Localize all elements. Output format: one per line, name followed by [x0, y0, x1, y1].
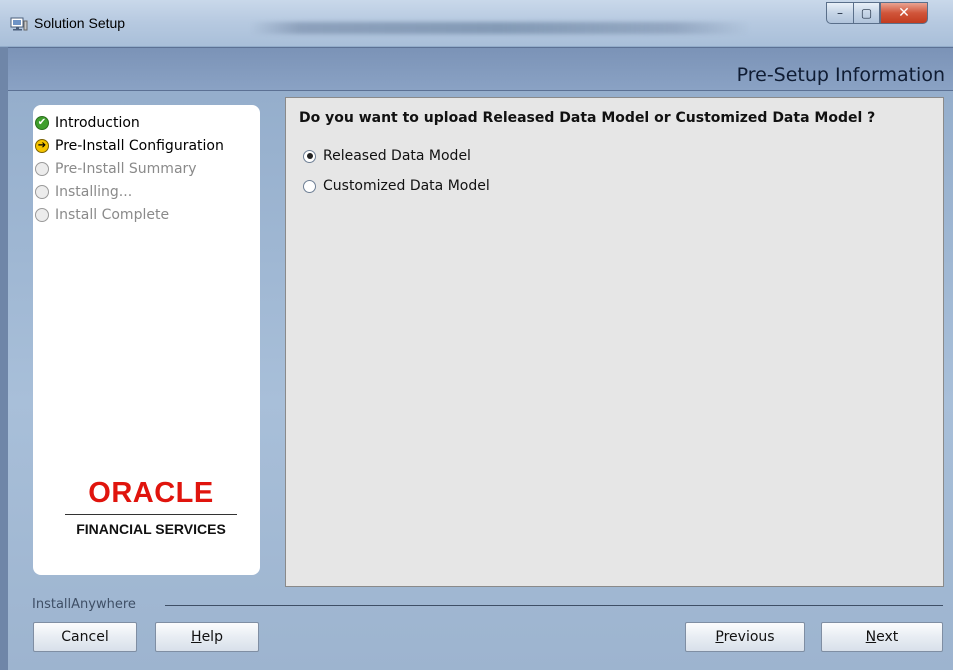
app-icon	[10, 17, 28, 31]
step-introduction: ✔ Introduction	[35, 111, 224, 134]
steps-list: ✔ Introduction ➔ Pre-Install Configurati…	[35, 111, 224, 226]
oracle-logo: ORACLE FINANCIAL SERVICES	[61, 478, 241, 537]
step-label: Introduction	[55, 114, 140, 131]
steps-panel: ✔ Introduction ➔ Pre-Install Configurati…	[33, 105, 260, 575]
next-label: Next	[866, 629, 899, 645]
close-icon: ✕	[898, 5, 910, 21]
installer-window: Solution Setup – ▢ ✕ Pre-Setup Informati…	[0, 0, 953, 670]
close-button[interactable]: ✕	[880, 2, 928, 24]
left-edge	[0, 47, 8, 670]
help-label: Help	[191, 629, 223, 645]
logo-divider	[65, 514, 237, 515]
maximize-icon: ▢	[860, 6, 873, 20]
pending-circle-icon	[35, 207, 49, 222]
oracle-brand: ORACLE	[88, 477, 214, 509]
header-band: Pre-Setup Information	[8, 47, 953, 91]
footer-divider	[165, 605, 943, 606]
step-label: Pre-Install Summary	[55, 160, 197, 177]
next-mnemonic: N	[865, 629, 877, 645]
obscured-title-text	[250, 22, 750, 34]
radio-released-data-model[interactable]: Released Data Model	[303, 148, 471, 164]
step-install-complete: Install Complete	[35, 203, 224, 226]
pending-circle-icon	[35, 184, 49, 199]
minimize-icon: –	[837, 6, 843, 20]
previous-label-rest: revious	[723, 629, 775, 645]
minimize-button[interactable]: –	[826, 2, 853, 24]
step-label: Pre-Install Configuration	[55, 137, 224, 154]
step-label: Installing...	[55, 183, 133, 200]
pending-circle-icon	[35, 161, 49, 176]
step-pre-install-summary: Pre-Install Summary	[35, 157, 224, 180]
check-icon: ✔	[35, 115, 49, 130]
title-bar[interactable]: Solution Setup – ▢ ✕	[0, 0, 953, 46]
content-panel: Do you want to upload Released Data Mode…	[285, 97, 944, 587]
page-title: Pre-Setup Information	[736, 64, 945, 86]
radio-label: Customized Data Model	[323, 178, 490, 194]
next-label-rest: ext	[876, 629, 899, 645]
previous-button[interactable]: Previous	[685, 622, 805, 652]
next-button[interactable]: Next	[821, 622, 943, 652]
previous-mnemonic: P	[715, 629, 724, 645]
arrow-right-icon: ➔	[35, 138, 49, 153]
window-title: Solution Setup	[34, 15, 126, 31]
step-label: Install Complete	[55, 206, 170, 223]
step-pre-install-configuration: ➔ Pre-Install Configuration	[35, 134, 224, 157]
help-button[interactable]: Help	[155, 622, 259, 652]
installanywhere-label: InstallAnywhere	[32, 597, 136, 612]
radio-label: Released Data Model	[323, 148, 471, 164]
previous-label: Previous	[715, 629, 774, 645]
help-label-rest: elp	[201, 629, 223, 645]
maximize-button[interactable]: ▢	[853, 2, 880, 24]
question-label: Do you want to upload Released Data Mode…	[299, 110, 876, 126]
radio-selected-icon[interactable]	[303, 149, 316, 163]
help-mnemonic: H	[191, 629, 202, 645]
radio-customized-data-model[interactable]: Customized Data Model	[303, 178, 490, 194]
radio-unselected-icon[interactable]	[303, 179, 316, 193]
oracle-subtitle: FINANCIAL SERVICES	[76, 521, 226, 537]
window-controls: – ▢ ✕	[826, 2, 946, 24]
step-installing: Installing...	[35, 180, 224, 203]
cancel-button[interactable]: Cancel	[33, 622, 137, 652]
